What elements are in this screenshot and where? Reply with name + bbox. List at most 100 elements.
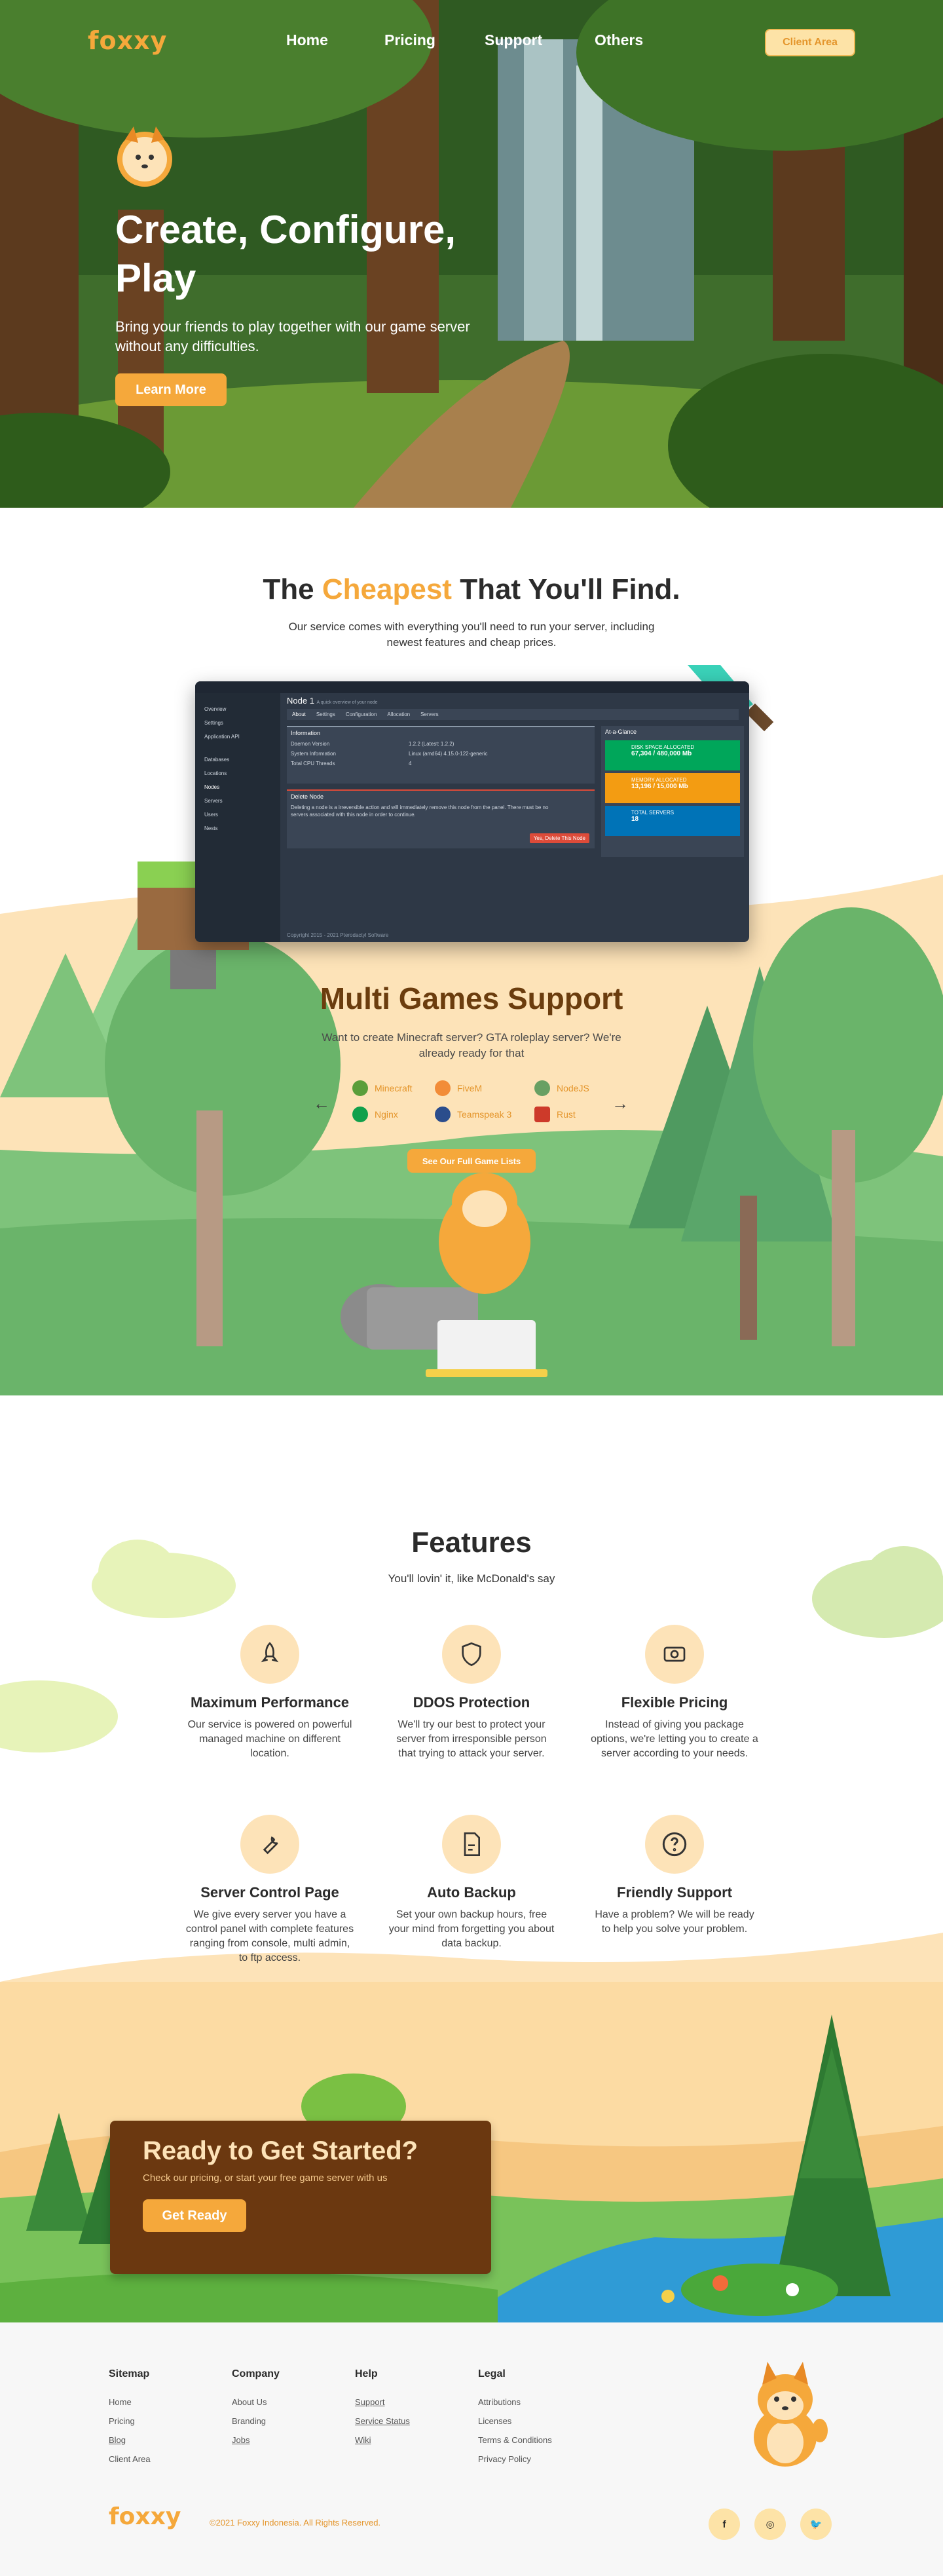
panel-topbar (195, 681, 749, 693)
footer-link[interactable]: Service Status (355, 2416, 410, 2426)
brand-logo[interactable]: foxxy (88, 26, 167, 55)
panel-tab[interactable]: Settings (316, 711, 335, 717)
copyright-text: ©2021 Foxxy Indonesia. All Rights Reserv… (210, 2518, 381, 2528)
footer-link[interactable]: About Us (232, 2397, 280, 2407)
panel-tabs: About Settings Configuration Allocation … (287, 709, 739, 720)
features-title: Features (411, 1526, 532, 1559)
info-label: System Information (291, 751, 336, 757)
footer-link[interactable]: Privacy Policy (478, 2454, 552, 2464)
panel-tab[interactable]: Allocation (387, 711, 410, 717)
panel-delete-box: Delete Node Deleting a node is a irrever… (287, 789, 595, 848)
feature-card: DDOS Protection We'll try our best to pr… (386, 1625, 557, 1761)
document-icon (442, 1815, 501, 1874)
footer-link[interactable]: Support (355, 2397, 410, 2407)
feature-card: Flexible Pricing Instead of giving you p… (589, 1625, 760, 1761)
game-name: NodeJS (557, 1083, 589, 1093)
footer-link[interactable]: Licenses (478, 2416, 552, 2426)
glance-label: DISK SPACE ALLOCATED (631, 744, 695, 750)
feature-card: Server Control Page We give every server… (185, 1815, 355, 1965)
delete-node-button[interactable]: Yes, Delete This Node (529, 833, 589, 843)
feature-name: Server Control Page (200, 1884, 339, 1901)
footer-link[interactable]: Wiki (355, 2435, 410, 2445)
footer-link[interactable]: Branding (232, 2416, 280, 2426)
facebook-icon[interactable]: f (709, 2509, 740, 2540)
panel-sidebar-item[interactable]: Databases (204, 753, 280, 767)
footer-link[interactable]: Jobs (232, 2435, 280, 2445)
game-item-rust[interactable]: Rust (534, 1107, 576, 1122)
feature-name: DDOS Protection (413, 1694, 530, 1711)
glance-label: TOTAL SERVERS (631, 810, 675, 816)
footer-column-title: Legal (478, 2368, 506, 2379)
glance-value: 18 (631, 816, 639, 823)
panel-sidebar-item[interactable]: Settings (204, 716, 280, 730)
panel-sidebar-item[interactable]: Locations (204, 767, 280, 780)
fox-waving-illustration (754, 2362, 828, 2467)
feature-desc: Set your own backup hours, free your min… (388, 1909, 555, 1949)
instagram-icon[interactable]: ◎ (754, 2509, 786, 2540)
footer-column-legal: Legal Attributions Licenses Terms & Cond… (478, 2368, 552, 2473)
nav-link-home[interactable]: Home (286, 31, 384, 49)
feature-card: Maximum Performance Our service is power… (185, 1625, 355, 1761)
get-ready-button[interactable]: Get Ready (143, 2199, 246, 2232)
panel-tab[interactable]: Configuration (346, 711, 377, 717)
cheapest-title: The Cheapest That You'll Find. (0, 573, 943, 606)
game-item-fivem[interactable]: FiveM (435, 1080, 482, 1096)
get-started-title: Ready to Get Started? (143, 2136, 418, 2165)
panel-sidebar-item[interactable]: Application API (204, 730, 280, 744)
rust-icon (534, 1107, 550, 1122)
nginx-icon (352, 1107, 368, 1122)
footer-link[interactable]: Attributions (478, 2397, 552, 2407)
footer-column-company: Company About Us Branding Jobs (232, 2368, 280, 2454)
game-item-nodejs[interactable]: NodeJS (534, 1080, 589, 1096)
footer-link[interactable]: Pricing (109, 2416, 151, 2426)
nav-link-pricing[interactable]: Pricing (384, 31, 485, 49)
client-area-button[interactable]: Client Area (765, 29, 855, 56)
panel-sidebar-item[interactable]: Nests (204, 822, 280, 835)
glance-value: 13,196 / 15,000 Mb (631, 783, 688, 790)
arrow-right-icon[interactable]: → (612, 1093, 629, 1114)
panel-sidebar-item[interactable]: Overview (204, 702, 280, 716)
feature-desc: We give every server you have a control … (185, 1909, 354, 1963)
twitter-icon[interactable]: 🐦 (800, 2509, 832, 2540)
footer-link[interactable]: Client Area (109, 2454, 151, 2464)
nav-link-others[interactable]: Others (595, 31, 643, 49)
panel-tab[interactable]: About (292, 711, 306, 717)
panel-tab[interactable]: Servers (420, 711, 439, 717)
game-item-minecraft[interactable]: Minecraft (352, 1080, 413, 1096)
full-game-list-button[interactable]: See Our Full Game Lists (407, 1149, 536, 1173)
info-value: Linux (amd64) 4.15.0-122-generic (409, 751, 488, 757)
footer-link[interactable]: Terms & Conditions (478, 2435, 552, 2445)
games-subtitle: Want to create Minecraft server? GTA rol… (322, 1031, 621, 1059)
panel-node-name: Node 1 (287, 696, 314, 706)
footer-column-title: Help (355, 2368, 378, 2379)
panel-glance-title: At-a-Glance (605, 729, 637, 735)
cheapest-subtitle: Our service comes with everything you'll… (288, 620, 655, 649)
panel-sidebar-item[interactable]: Servers (204, 794, 280, 808)
panel-footer: Copyright 2015 - 2021 Pterodactyl Softwa… (287, 932, 389, 938)
hero-content: Create, Configure, Play Bring your frien… (115, 206, 508, 406)
footer-link[interactable]: Home (109, 2397, 151, 2407)
footer-link[interactable]: Blog (109, 2435, 151, 2445)
arrow-left-icon[interactable]: ← (313, 1093, 330, 1114)
glance-memory: MEMORY ALLOCATED 13,196 / 15,000 Mb (605, 773, 740, 803)
feature-desc: Have a problem? We will be ready to help… (595, 1909, 754, 1935)
game-item-nginx[interactable]: Nginx (352, 1107, 398, 1122)
panel-delete-text: Deleting a node is a irreversible action… (291, 805, 549, 818)
game-item-teamspeak[interactable]: Teamspeak 3 (435, 1107, 511, 1122)
panel-sidebar-item[interactable]: Nodes (204, 780, 280, 794)
panel-glance-box: At-a-Glance DISK SPACE ALLOCATED 67,304 /… (601, 726, 744, 857)
learn-more-button[interactable]: Learn More (115, 373, 227, 406)
panel-sidebar-item[interactable]: Users (204, 808, 280, 822)
feature-name: Maximum Performance (190, 1694, 350, 1711)
teamspeak-icon (435, 1107, 451, 1122)
panel-title: Node 1 A quick overview of your node (287, 696, 378, 706)
cheapest-section: The Cheapest That You'll Find. Our servi… (0, 508, 943, 1395)
glance-value: 67,304 / 480,000 Mb (631, 750, 692, 757)
games-title: Multi Games Support (320, 981, 623, 1015)
game-name: Teamspeak 3 (457, 1109, 512, 1120)
nodejs-icon (534, 1080, 550, 1096)
footer: Sitemap Home Pricing Blog Client Area Co… (0, 2322, 943, 2576)
nav-link-support[interactable]: Support (485, 31, 595, 49)
info-label: Total CPU Threads (291, 761, 335, 767)
footer-brand-logo[interactable]: foxxy (109, 2503, 181, 2530)
